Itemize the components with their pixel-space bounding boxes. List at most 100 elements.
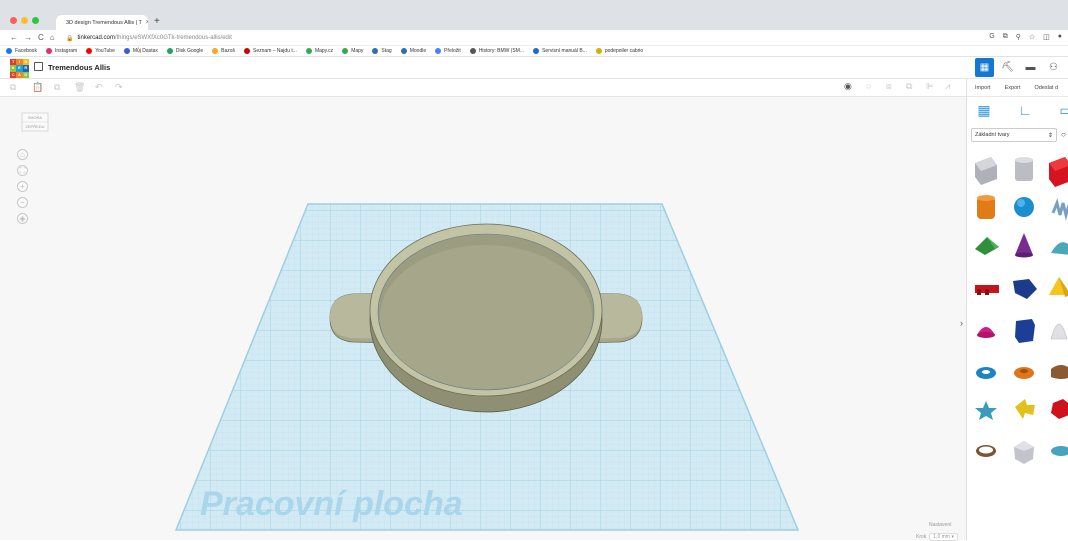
shape-sketch[interactable] xyxy=(1051,365,1068,379)
bookmark-item[interactable]: Mapy.cz xyxy=(305,48,333,54)
zoom-out-button[interactable]: − xyxy=(17,197,28,208)
light-bulb-icon[interactable]: ○ xyxy=(866,81,871,91)
shape-tube[interactable] xyxy=(1014,367,1034,379)
minimize-window-button[interactable] xyxy=(21,17,28,24)
extensions-icon[interactable]: ⚲ xyxy=(1016,33,1021,41)
add-user-button[interactable]: ⚇ xyxy=(1044,58,1063,77)
duplicate-icon[interactable]: ⧉ xyxy=(54,82,60,93)
delete-icon[interactable]: 🗑 xyxy=(74,82,85,93)
bookmark-item[interactable]: podepoiler cabrio xyxy=(595,48,643,54)
back-icon[interactable]: ← xyxy=(10,33,18,42)
redo-icon[interactable]: ↷ xyxy=(115,82,123,93)
shape-box-hole[interactable] xyxy=(975,157,997,185)
shape-round-roof[interactable] xyxy=(1051,242,1068,255)
shape-sphere[interactable] xyxy=(1014,197,1034,217)
pan-floor[interactable] xyxy=(380,245,592,389)
3d-design-view-button[interactable]: ▦ xyxy=(975,58,994,77)
browser-tab[interactable]: 3D design Tremendous Allis | T × xyxy=(56,15,148,30)
shape-arrow[interactable] xyxy=(1015,399,1035,419)
shape-roof[interactable] xyxy=(975,237,999,255)
bookmark-item[interactable]: Mapy xyxy=(342,48,363,54)
tinkercad-logo[interactable]: TINKERCAD xyxy=(10,59,29,78)
url-input[interactable]: 🔒 tinkercad.com/things/eSWXfXc0GTk-treme… xyxy=(58,32,978,44)
shape-hexagonal-prism[interactable] xyxy=(1015,319,1035,343)
shape-cylinder[interactable] xyxy=(977,195,995,219)
shape-pyramid[interactable] xyxy=(1049,277,1068,297)
export-button[interactable]: Export xyxy=(1005,85,1021,91)
shape-half-sphere[interactable] xyxy=(977,327,995,338)
design-title[interactable]: Tremendous Allis xyxy=(48,63,110,72)
new-tab-button[interactable]: + xyxy=(154,16,160,27)
sidebar-icon[interactable]: ◫ xyxy=(1043,33,1050,41)
settings-link[interactable]: Nastavení xyxy=(929,522,952,528)
search-icon[interactable]: ○ xyxy=(1061,130,1066,139)
bookmark-item[interactable]: Facebook xyxy=(6,48,37,54)
bookmark-item[interactable]: History: BMW (SM... xyxy=(469,48,524,54)
bookmark-item[interactable]: Můj Dastax xyxy=(123,48,158,54)
view-cube[interactable]: SHORA ZEPŘEDU xyxy=(20,107,50,137)
align-icon[interactable]: ⊫ xyxy=(926,81,934,92)
bookmark-item[interactable]: Instagram xyxy=(45,48,77,54)
panel-collapse-chevron-icon[interactable]: › xyxy=(960,318,963,328)
shape-polygon[interactable] xyxy=(1013,279,1037,299)
shape-paraboloid[interactable] xyxy=(1050,323,1068,340)
select-arrows-icon: ⇕ xyxy=(1047,132,1053,139)
shape-star[interactable] xyxy=(975,401,997,420)
bookmark-item[interactable]: Moodle xyxy=(400,48,426,54)
zoom-in-button[interactable]: + xyxy=(17,181,28,192)
bookmark-favicon-icon xyxy=(342,48,349,54)
send-to-button[interactable]: Odeslat d xyxy=(1035,85,1059,91)
workplane-scene[interactable]: Pracovní plocha xyxy=(0,97,966,540)
shape-ring[interactable] xyxy=(976,445,996,457)
shape-scribble[interactable] xyxy=(1051,198,1068,221)
projection-toggle-button[interactable]: ◈ xyxy=(17,213,28,224)
zoom-window-button[interactable] xyxy=(32,17,39,24)
forward-icon[interactable]: → xyxy=(24,33,32,42)
shape-cone[interactable] xyxy=(1015,233,1033,258)
grid-icon[interactable]: ▦ xyxy=(975,101,993,119)
shape-gem[interactable] xyxy=(1051,399,1068,419)
bookmark-item[interactable]: Seznam – Najdu t... xyxy=(244,48,297,54)
camera-view-icon[interactable]: ◉ xyxy=(844,81,852,92)
copy-icon[interactable]: ⧉ xyxy=(10,82,16,93)
bookmark-item[interactable]: Servisní manuál B... xyxy=(533,48,587,54)
ruler-icon[interactable]: ∟ xyxy=(1016,101,1034,119)
google-icon[interactable]: G xyxy=(989,33,994,41)
bookmark-item[interactable]: YouTube xyxy=(86,48,115,54)
bookmark-item[interactable]: Stag xyxy=(372,48,392,54)
shape-cylinder-hole[interactable] xyxy=(1015,157,1033,181)
import-button[interactable]: Import xyxy=(975,85,991,91)
workplane-viewport[interactable]: Pracovní plocha SHORA ZEPŘEDU ⌂ ⛶ + − ◈ … xyxy=(0,97,966,541)
home-icon[interactable]: ⌂ xyxy=(50,33,55,42)
tab-close-icon[interactable]: × xyxy=(146,19,148,26)
import-export-row: Import Export Odeslat d xyxy=(967,79,1068,97)
design-menu-icon[interactable] xyxy=(34,62,43,71)
home-view-button[interactable]: ⌂ xyxy=(17,149,28,160)
blocks-view-button[interactable]: ⛏ xyxy=(998,58,1017,77)
group-icon[interactable]: ⧈ xyxy=(886,81,892,92)
undo-icon[interactable]: ↶ xyxy=(95,82,103,93)
close-window-button[interactable] xyxy=(10,17,17,24)
shape-icosahedron[interactable] xyxy=(1014,441,1034,464)
shapes-grid[interactable] xyxy=(967,151,1068,531)
bricks-view-button[interactable]: ▬ xyxy=(1021,58,1040,77)
address-bar-row: ← → C ⌂ 🔒 tinkercad.com/things/eSWXfXc0G… xyxy=(0,30,1068,46)
shape-library-select[interactable]: Základní tvary ⇕ xyxy=(971,128,1057,142)
bookmark-item[interactable]: Bazoš xyxy=(212,48,235,54)
bookmark-star-icon[interactable]: ☆ xyxy=(1029,33,1035,41)
tab-title: 3D design Tremendous Allis | T xyxy=(66,19,142,26)
ungroup-icon[interactable]: ⧉ xyxy=(906,81,912,92)
mirror-icon[interactable]: ⩘ xyxy=(945,81,950,92)
fit-view-button[interactable]: ⛶ xyxy=(17,165,28,176)
shape-box[interactable] xyxy=(1049,157,1068,187)
paste-icon[interactable]: 📋 xyxy=(32,82,43,93)
bookmark-item[interactable]: Disk Google xyxy=(166,48,203,54)
shape-text[interactable] xyxy=(975,285,999,295)
reload-icon[interactable]: C xyxy=(38,33,44,42)
shape-torus[interactable] xyxy=(976,367,996,379)
profile-avatar[interactable]: ● xyxy=(1058,33,1062,41)
share-icon[interactable]: ⧉ xyxy=(1003,33,1008,41)
shape-ellipsoid[interactable] xyxy=(1051,446,1068,456)
bookmark-item[interactable]: Přeložit xyxy=(435,48,461,54)
notes-icon[interactable]: ▭ xyxy=(1057,101,1068,119)
